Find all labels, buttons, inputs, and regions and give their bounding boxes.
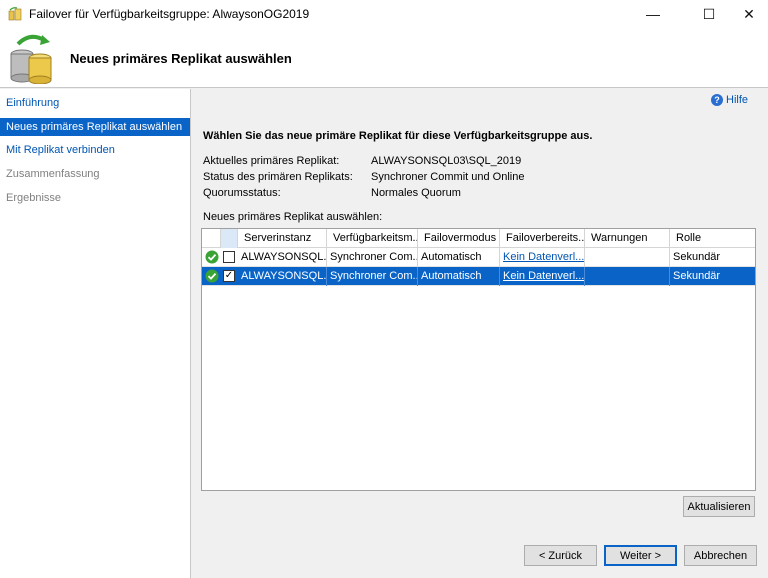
sidebar-item-select-replica[interactable]: Neues primäres Replikat auswählen xyxy=(0,118,190,136)
window-title: Failover für Verfügbarkeitsgruppe: Alway… xyxy=(29,7,310,21)
minimize-button[interactable]: — xyxy=(630,0,676,28)
failover-mode-cell: Automatisch xyxy=(418,267,500,286)
sidebar-item-connect-replica[interactable]: Mit Replikat verbinden xyxy=(0,141,190,159)
server-cell: ALWAYSONSQL... xyxy=(238,267,327,286)
grid-header: Serverinstanz Verfügbarkeitsm... Failove… xyxy=(202,229,755,248)
server-cell: ALWAYSONSQL... xyxy=(238,248,327,267)
header-status-cell xyxy=(202,229,221,248)
column-header-server[interactable]: Serverinstanz xyxy=(238,229,327,248)
help-icon: ? xyxy=(711,94,723,106)
help-label: Hilfe xyxy=(726,94,749,106)
failover-readiness-cell: Kein Datenverl... xyxy=(500,267,585,286)
database-failover-icon xyxy=(10,34,52,84)
sidebar-item-summary: Zusammenfassung xyxy=(6,168,100,180)
next-button[interactable]: Weiter > xyxy=(604,545,677,566)
column-header-availability-mode[interactable]: Verfügbarkeitsm... xyxy=(327,229,418,248)
table-row[interactable]: ALWAYSONSQL... Synchroner Com... Automat… xyxy=(202,248,755,267)
column-header-failover-readiness[interactable]: Failoverbereits... xyxy=(500,229,585,248)
instruction-text: Wählen Sie das neue primäre Replikat für… xyxy=(203,130,593,142)
role-cell: Sekundär xyxy=(673,270,721,282)
wizard-header: Neues primäres Replikat auswählen xyxy=(0,28,768,88)
help-link[interactable]: ? Hilfe xyxy=(711,94,748,106)
availability-mode-cell: Synchroner Com... xyxy=(327,248,418,267)
failover-readiness-link[interactable]: Kein Datenverl... xyxy=(503,251,584,263)
sidebar-item-results: Ergebnisse xyxy=(6,192,62,204)
availability-group-icon xyxy=(8,7,22,21)
refresh-button[interactable]: Aktualisieren xyxy=(683,496,755,517)
warnings-cell xyxy=(585,248,670,267)
current-primary-value: ALWAYSONSQL03\SQL_2019 xyxy=(371,155,522,167)
availability-mode-cell: Synchroner Com... xyxy=(327,267,418,286)
success-check-icon xyxy=(205,250,219,264)
role-cell: Sekundär xyxy=(673,251,721,263)
column-header-warnings[interactable]: Warnungen xyxy=(585,229,670,248)
header-select-cell[interactable] xyxy=(221,229,238,248)
replica-grid[interactable]: Serverinstanz Verfügbarkeitsm... Failove… xyxy=(201,228,756,491)
failover-readiness-cell: Kein Datenverl... xyxy=(500,248,585,267)
sidebar-item-einfuehrung[interactable]: Einführung xyxy=(0,94,190,112)
primary-status-label: Status des primären Replikats: xyxy=(203,171,353,183)
maximize-button[interactable]: ☐ xyxy=(686,0,732,28)
row-select-checkbox[interactable] xyxy=(223,251,235,263)
row-select-checkbox[interactable]: ✓ xyxy=(223,270,235,282)
title-bar: Failover für Verfügbarkeitsgruppe: Alway… xyxy=(0,0,768,28)
warnings-cell xyxy=(585,267,670,286)
column-header-failover-mode[interactable]: Failovermodus xyxy=(418,229,500,248)
failover-readiness-link[interactable]: Kein Datenverl... xyxy=(503,270,584,282)
cancel-button[interactable]: Abbrechen xyxy=(684,545,757,566)
success-check-icon xyxy=(205,269,219,283)
page-title: Neues primäres Replikat auswählen xyxy=(70,51,292,66)
wizard-sidebar: Einführung Neues primäres Replikat auswä… xyxy=(0,89,191,578)
column-header-role[interactable]: Rolle xyxy=(670,229,755,248)
current-primary-label: Aktuelles primäres Replikat: xyxy=(203,155,340,167)
quorum-status-value: Normales Quorum xyxy=(371,187,461,199)
failover-mode-cell: Automatisch xyxy=(418,248,500,267)
close-button[interactable]: ✕ xyxy=(730,0,768,28)
primary-status-value: Synchroner Commit und Online xyxy=(371,171,525,183)
quorum-status-label: Quorumsstatus: xyxy=(203,187,281,199)
back-button[interactable]: < Zurück xyxy=(524,545,597,566)
select-replica-label: Neues primäres Replikat auswählen: xyxy=(203,211,383,223)
table-row[interactable]: ✓ ALWAYSONSQL... Synchroner Com... Autom… xyxy=(202,267,755,286)
